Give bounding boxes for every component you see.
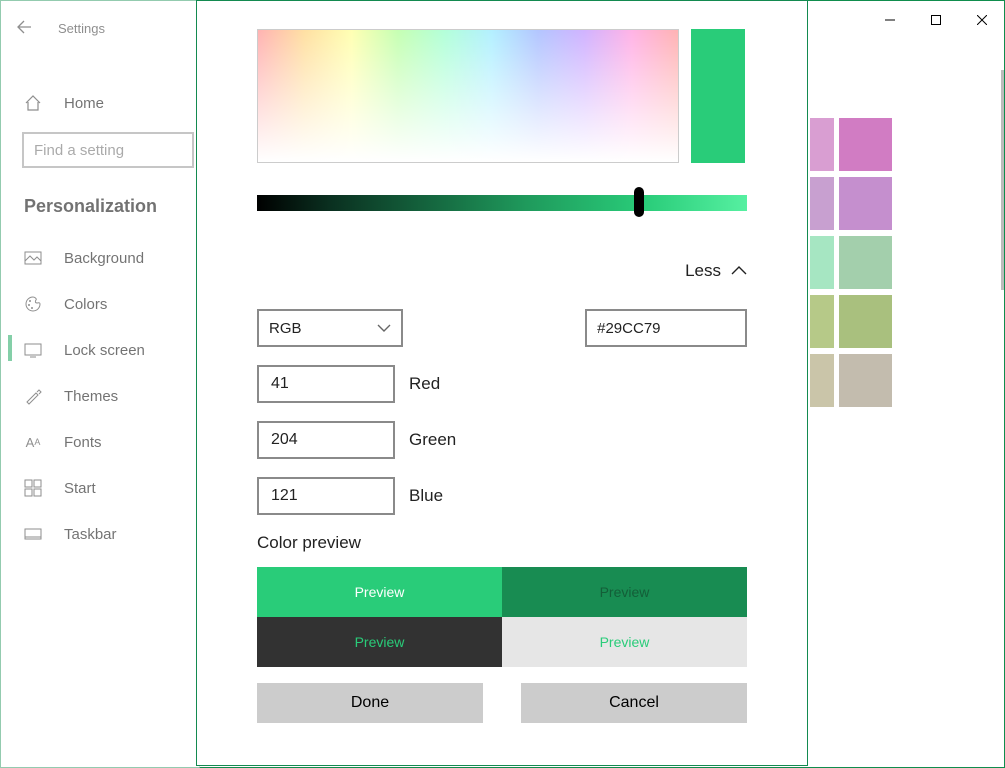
preview-on-dark: Preview — [257, 617, 502, 667]
preview-label: Preview — [355, 634, 405, 650]
green-value: 204 — [271, 431, 298, 449]
custom-color-dialog: Less RGB #29CC79 41 Red 204 Green 121 Bl… — [196, 0, 808, 766]
lightness-slider[interactable] — [257, 195, 747, 211]
maximize-button[interactable] — [913, 4, 959, 36]
color-swatch[interactable] — [839, 354, 892, 407]
done-label: Done — [351, 694, 389, 712]
color-model-value: RGB — [269, 320, 302, 337]
color-swatch[interactable] — [839, 177, 892, 230]
blue-input[interactable]: 121 — [257, 477, 395, 515]
preview-bright: Preview — [257, 567, 502, 617]
color-model-select[interactable]: RGB — [257, 309, 403, 347]
red-label: Red — [409, 374, 440, 394]
chevron-up-icon — [731, 261, 747, 281]
preview-title: Color preview — [257, 533, 747, 553]
color-swatch[interactable] — [810, 118, 834, 171]
color-preview-grid: Preview Preview Preview Preview — [257, 567, 747, 667]
cancel-button[interactable]: Cancel — [521, 683, 747, 723]
titlebar-controls — [867, 0, 1005, 40]
red-input[interactable]: 41 — [257, 365, 395, 403]
color-swatch[interactable] — [810, 354, 834, 407]
slider-thumb[interactable] — [634, 187, 644, 217]
green-input[interactable]: 204 — [257, 421, 395, 459]
color-swatch[interactable] — [810, 236, 834, 289]
color-swatch[interactable] — [810, 177, 834, 230]
palette-swatch-column — [839, 118, 892, 407]
preview-dark: Preview — [502, 567, 747, 617]
blue-label: Blue — [409, 486, 443, 506]
cancel-label: Cancel — [609, 694, 659, 712]
less-label: Less — [685, 261, 721, 281]
active-indicator — [8, 335, 12, 361]
red-value: 41 — [271, 375, 289, 393]
preview-label: Preview — [355, 584, 405, 600]
close-button[interactable] — [959, 4, 1005, 36]
color-swatch[interactable] — [839, 295, 892, 348]
color-swatch[interactable] — [810, 295, 834, 348]
palette-swatch-column-partial — [810, 118, 834, 407]
chevron-down-icon — [377, 320, 391, 337]
hex-value: #29CC79 — [597, 320, 660, 337]
toggle-less[interactable]: Less — [257, 261, 747, 281]
current-color-swatch — [691, 29, 745, 163]
preview-label: Preview — [600, 634, 650, 650]
hex-input[interactable]: #29CC79 — [585, 309, 747, 347]
preview-label: Preview — [600, 584, 650, 600]
scrollbar-thumb[interactable] — [1001, 70, 1004, 290]
minimize-button[interactable] — [867, 4, 913, 36]
blue-value: 121 — [271, 487, 298, 505]
green-label: Green — [409, 430, 456, 450]
done-button[interactable]: Done — [257, 683, 483, 723]
color-swatch[interactable] — [839, 118, 892, 171]
preview-on-light: Preview — [502, 617, 747, 667]
color-swatch[interactable] — [839, 236, 892, 289]
color-field[interactable] — [257, 29, 679, 163]
